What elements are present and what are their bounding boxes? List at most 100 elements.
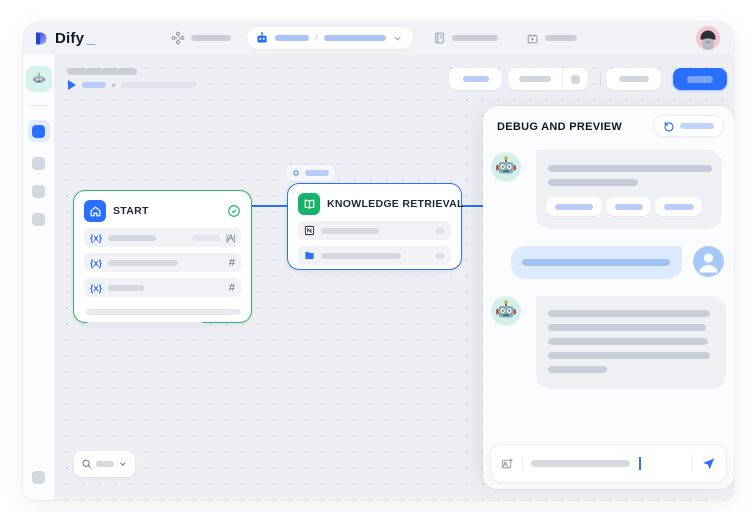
sidebar-item-bottom[interactable] <box>32 471 45 484</box>
user-avatar[interactable] <box>696 22 720 54</box>
knowledge-node-title: KNOWLEDGE RETRIEVAL <box>327 198 464 210</box>
variable-name-placeholder <box>108 260 178 266</box>
workflow-grid-icon <box>171 31 185 45</box>
suggestion-label-placeholder <box>615 204 643 210</box>
user-avatar-image <box>696 26 720 50</box>
variable-x-icon: {x} <box>90 283 102 293</box>
message-line-placeholder <box>548 179 638 186</box>
suggestion-label-placeholder <box>555 204 593 210</box>
check-circle-icon <box>227 204 241 218</box>
badge-label-placeholder <box>305 170 329 176</box>
suggested-reply-button[interactable] <box>606 197 651 216</box>
knowledge-dataset-row[interactable] <box>298 221 451 240</box>
knowledge-dataset-row[interactable] <box>298 246 451 265</box>
node-knowledge-retrieval[interactable]: KNOWLEDGE RETRIEVAL <box>287 183 462 270</box>
send-icon[interactable] <box>701 456 716 471</box>
bot-app-icon <box>31 71 47 87</box>
node-description-placeholder <box>86 309 241 315</box>
node-description-placeholder <box>86 322 204 328</box>
chevron-down-icon <box>392 33 403 44</box>
toolbar-divider <box>600 72 601 86</box>
user-message-bubble <box>511 246 682 279</box>
restart-button[interactable] <box>653 115 724 137</box>
folder-icon <box>304 250 315 261</box>
nav-knowledge-item[interactable] <box>433 22 498 54</box>
suggested-reply-button[interactable] <box>546 197 602 216</box>
suggested-reply-button[interactable] <box>655 197 702 216</box>
nav-workflow-item[interactable] <box>171 22 231 54</box>
preview-button[interactable] <box>606 68 661 90</box>
workflow-name-placeholder <box>324 35 386 41</box>
message-line-placeholder <box>548 352 710 359</box>
run-label-placeholder <box>82 82 106 88</box>
message-line-placeholder <box>548 165 712 172</box>
dify-logo-cursor: _ <box>87 30 95 47</box>
chat-input-box[interactable] <box>490 444 727 482</box>
sidebar-item-3[interactable] <box>32 185 45 198</box>
plugin-box-icon <box>526 32 539 45</box>
sidebar-item-2[interactable] <box>32 157 45 170</box>
history-menu-icon <box>571 75 580 84</box>
variable-x-icon: {x} <box>90 233 102 243</box>
variable-x-icon: {x} <box>90 258 102 268</box>
message-line-placeholder <box>548 324 706 331</box>
nav-knowledge-label-placeholder <box>452 35 498 41</box>
run-meta-placeholder <box>121 82 195 88</box>
sidebar-app-icon[interactable] <box>26 66 52 92</box>
start-variable-row[interactable]: {x} |A| <box>84 228 241 247</box>
message-line-placeholder <box>548 310 710 317</box>
chevron-down-icon <box>118 459 128 469</box>
app-switcher[interactable]: / <box>247 27 413 49</box>
workflow-title-placeholder <box>67 68 137 75</box>
message-line-placeholder <box>548 366 607 373</box>
run-history-button[interactable] <box>508 68 562 90</box>
run-history-label-placeholder <box>519 76 551 82</box>
number-type-icon: # <box>229 257 235 269</box>
checklist-badge[interactable] <box>285 164 336 182</box>
sidebar-active-icon <box>32 125 45 138</box>
home-icon <box>84 200 106 222</box>
sidebar-item-active[interactable] <box>28 120 50 142</box>
panel-title: DEBUG AND PREVIEW <box>497 121 622 133</box>
user-chat-avatar <box>693 246 724 277</box>
image-upload-icon[interactable] <box>501 457 514 470</box>
suggestion-label-placeholder <box>664 204 694 210</box>
play-icon[interactable] <box>68 80 76 90</box>
bot-message-bubble <box>536 296 726 389</box>
start-variable-row[interactable]: {x} # <box>84 278 241 297</box>
sidebar-item-4[interactable] <box>32 213 45 226</box>
message-line-placeholder <box>548 338 708 345</box>
node-start[interactable]: START {x} |A| {x} # {x} <box>73 190 252 323</box>
dataset-name-placeholder <box>321 228 379 234</box>
start-node-title: START <box>113 205 220 217</box>
variable-name-placeholder <box>108 285 144 291</box>
app-name-placeholder <box>275 35 309 41</box>
features-button[interactable] <box>449 68 502 90</box>
nav-tools-item[interactable] <box>526 22 577 54</box>
bot-message-bubble <box>536 150 722 229</box>
left-sidebar <box>23 54 55 500</box>
dataset-meta-placeholder <box>435 253 445 259</box>
start-node-header: START <box>74 191 251 228</box>
nav-workflow-label-placeholder <box>191 35 231 41</box>
run-history-split-button[interactable] <box>508 68 588 90</box>
start-variable-row[interactable]: {x} # <box>84 253 241 272</box>
publish-button[interactable] <box>673 68 727 90</box>
sidebar-divider <box>31 105 47 106</box>
zoom-level-placeholder <box>96 461 114 467</box>
zoom-control[interactable] <box>74 451 135 477</box>
input-text-placeholder <box>531 460 630 467</box>
bot-avatar <box>491 296 521 326</box>
dot-separator <box>112 84 115 87</box>
text-caret <box>639 457 641 470</box>
search-zoom-icon <box>81 458 92 470</box>
screenshot-root: Dify _ / <box>0 0 752 512</box>
preview-label-placeholder <box>619 76 649 82</box>
notebook-icon <box>433 31 446 45</box>
notion-dataset-icon <box>304 225 315 236</box>
dify-logo[interactable]: Dify _ <box>33 22 95 54</box>
debug-preview-panel: DEBUG AND PREVIEW <box>483 106 734 489</box>
restart-icon <box>663 120 675 132</box>
history-menu-button[interactable] <box>563 68 588 90</box>
dataset-meta-placeholder <box>435 228 445 234</box>
